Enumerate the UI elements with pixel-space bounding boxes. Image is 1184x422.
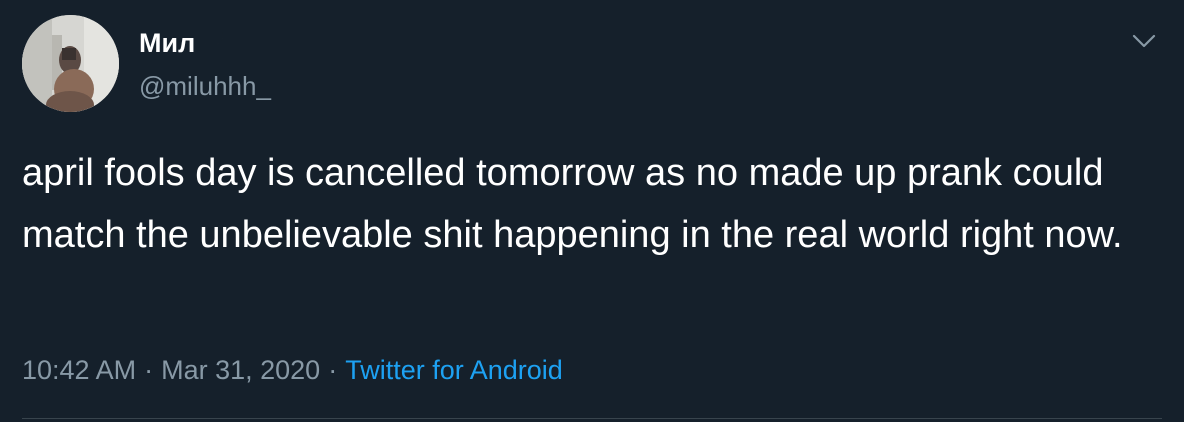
tweet-date[interactable]: Mar 31, 2020 xyxy=(161,355,320,385)
crescent-moon-icon xyxy=(201,25,227,59)
tweet-text: april fools day is cancelled tomorrow as… xyxy=(22,152,1123,256)
chevron-down-icon[interactable] xyxy=(1126,22,1162,58)
avatar[interactable] xyxy=(22,15,119,112)
divider xyxy=(22,418,1162,419)
meta-separator: · xyxy=(328,355,338,385)
tweet-time[interactable]: 10:42 AM xyxy=(22,355,136,385)
meta-separator: · xyxy=(144,355,154,385)
tweet-meta: 10:42 AM · Mar 31, 2020 · Twitter for Androi… xyxy=(22,352,563,388)
display-name-text: Мил xyxy=(139,28,196,58)
display-name[interactable]: Мил xyxy=(139,26,227,62)
avatar-photo xyxy=(22,15,119,112)
user-handle[interactable]: @miluhhh_ xyxy=(139,70,271,102)
tweet-card: Мил @miluhhh_ april fools day is cancell… xyxy=(0,0,1184,422)
tweet-source-link[interactable]: Twitter for Android xyxy=(345,355,563,385)
